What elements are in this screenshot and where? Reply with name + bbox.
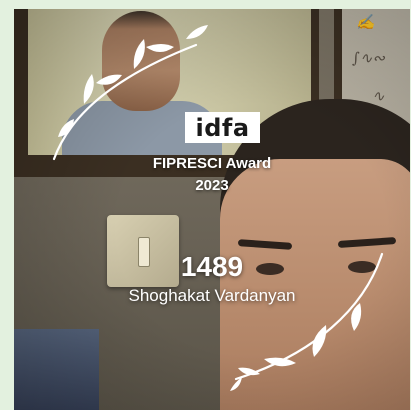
award-name: FIPRESCI Award [152, 155, 272, 172]
film-poster: ✍ ∫∿∾ ∿ idfa FIPR [14, 9, 410, 410]
film-title: 1489 [180, 251, 244, 282]
award-year: 2023 [195, 177, 229, 194]
idfa-logo: idfa [185, 112, 260, 143]
laurel-wreath-icon [52, 25, 384, 391]
director-name: Shoghakat Vardanyan [128, 286, 296, 305]
